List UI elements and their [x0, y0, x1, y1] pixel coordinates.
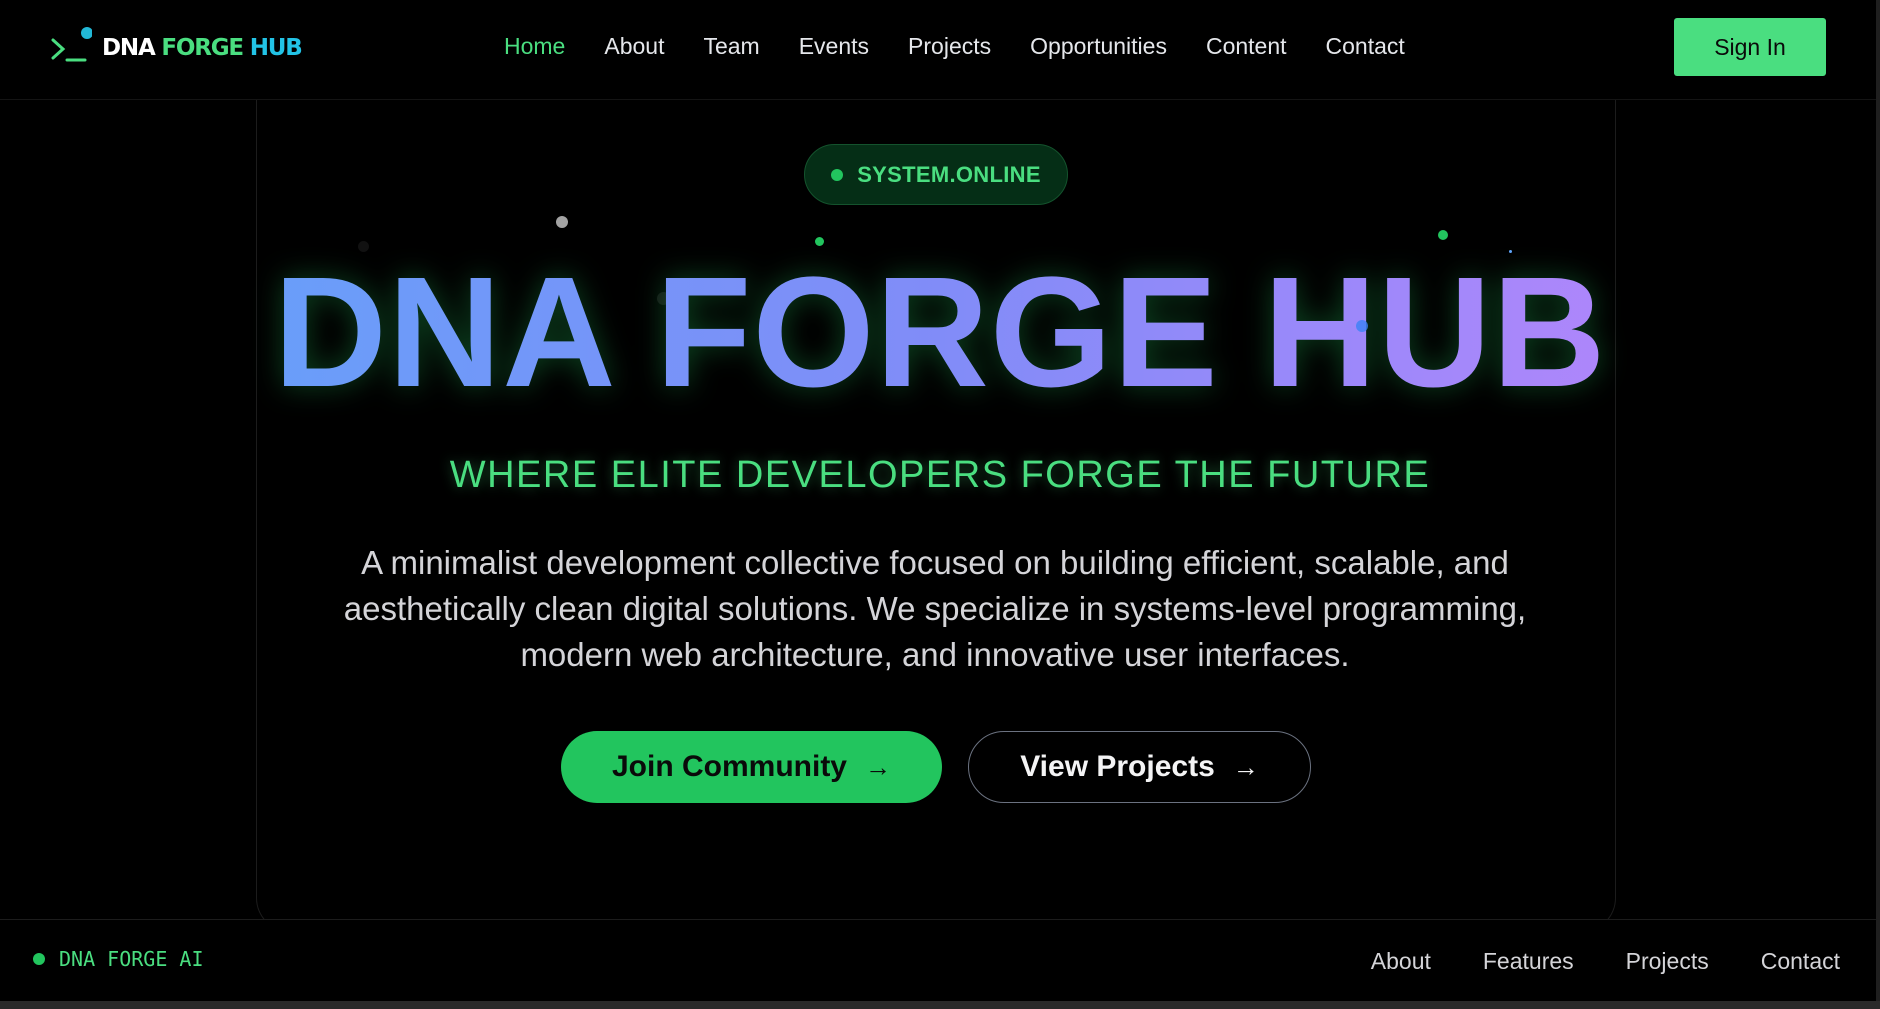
- site-logo[interactable]: DNA FORGE HUB: [50, 20, 303, 76]
- status-badge-text: SYSTEM.ONLINE: [857, 161, 1041, 187]
- top-navbar: DNA FORGE HUB Home About Team Events Pro…: [0, 0, 1880, 100]
- footer-link-contact[interactable]: Contact: [1761, 944, 1840, 978]
- terminal-prompt-icon: [50, 27, 92, 69]
- footer-nav: About Features Projects Contact: [1319, 944, 1840, 978]
- join-community-button[interactable]: Join Community →: [561, 731, 942, 803]
- arrow-right-icon: →: [865, 751, 891, 782]
- hero-description: A minimalist development collective focu…: [343, 544, 1527, 673]
- hero-tagline: WHERE ELITE DEVELOPERS FORGE THE FUTURE: [449, 454, 1431, 496]
- hero-title: DNA FORGE HUB: [0, 248, 1880, 418]
- system-status-badge: SYSTEM.ONLINE: [804, 144, 1068, 205]
- particle-dot: [1438, 230, 1448, 240]
- logo-word-dna: DNA: [102, 35, 156, 61]
- window-bottom-edge: [0, 1001, 1880, 1009]
- view-projects-button[interactable]: View Projects →: [968, 731, 1311, 803]
- nav-link-events[interactable]: Events: [799, 28, 869, 64]
- sign-in-button[interactable]: Sign In: [1674, 18, 1826, 76]
- view-projects-label: View Projects: [1020, 750, 1215, 783]
- arrow-right-icon: →: [1232, 751, 1259, 782]
- nav-link-projects[interactable]: Projects: [908, 28, 991, 64]
- main-nav: Home About Team Events Projects Opportun…: [504, 28, 1444, 64]
- nav-link-contact[interactable]: Contact: [1326, 28, 1405, 64]
- footer-link-features[interactable]: Features: [1483, 944, 1574, 978]
- particle-dot: [1356, 320, 1368, 332]
- logo-wordmark: DNA FORGE HUB: [102, 35, 303, 61]
- status-dot-icon: [831, 168, 844, 181]
- footer-link-about[interactable]: About: [1371, 944, 1431, 978]
- status-dot-icon: [33, 953, 45, 965]
- bottom-bar: DNA FORGE AI About Features Projects Con…: [0, 919, 1880, 1001]
- footer-brand-name: DNA FORGE AI: [59, 947, 204, 971]
- window-scrollbar-edge[interactable]: [1876, 0, 1880, 1009]
- logo-word-forge: FORGE: [161, 35, 244, 61]
- nav-link-home[interactable]: Home: [504, 28, 565, 64]
- nav-link-opportunities[interactable]: Opportunities: [1030, 28, 1167, 64]
- nav-link-content[interactable]: Content: [1206, 28, 1287, 64]
- nav-link-team[interactable]: Team: [703, 28, 759, 64]
- hero-card: [256, 100, 1616, 932]
- footer-brand[interactable]: DNA FORGE AI: [33, 947, 204, 971]
- footer-link-projects[interactable]: Projects: [1626, 944, 1709, 978]
- logo-word-hub: HUB: [249, 35, 303, 61]
- join-community-label: Join Community: [611, 750, 847, 783]
- particle-dot: [556, 216, 568, 228]
- nav-link-about[interactable]: About: [604, 28, 664, 64]
